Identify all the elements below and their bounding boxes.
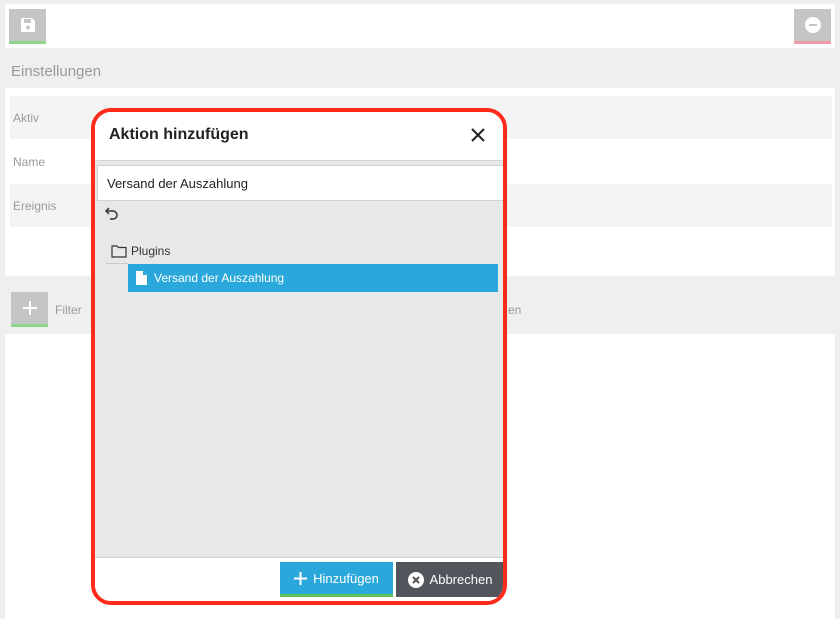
file-icon	[136, 271, 147, 285]
undo-icon[interactable]	[105, 206, 119, 220]
field-label-name: Name	[13, 155, 46, 169]
add-button[interactable]: Hinzufügen	[280, 562, 393, 597]
plus-icon	[22, 301, 37, 315]
tree-item-versand-der-auszahlung[interactable]: Versand der Auszahlung	[128, 264, 498, 292]
add-action-dialog: Aktion hinzufügen Plugins Versand der Au…	[91, 108, 507, 605]
cancel-button-label: Abbrechen	[429, 572, 493, 587]
section-title-settings: Einstellungen	[11, 63, 102, 80]
tree-connector	[106, 263, 128, 264]
dialog-header: Aktion hinzufügen	[95, 112, 503, 161]
dialog-title: Aktion hinzufügen	[109, 126, 249, 143]
tree-folder-label: Plugins	[131, 244, 171, 258]
minus-circle-icon	[804, 17, 821, 33]
field-label-ereignis: Ereignis	[13, 199, 57, 213]
tree-item-label: Versand der Auszahlung	[154, 271, 285, 285]
top-toolbar	[5, 4, 835, 48]
folder-icon	[111, 245, 127, 258]
add-filter-button[interactable]	[11, 292, 48, 327]
field-label-aktiv: Aktiv	[13, 111, 40, 125]
cancel-circle-icon	[407, 571, 424, 588]
floppy-disk-icon	[20, 18, 35, 32]
tree-folder-plugins[interactable]: Plugins	[111, 242, 170, 260]
cancel-button[interactable]: Abbrechen	[396, 562, 503, 597]
remove-button[interactable]	[794, 9, 831, 44]
plus-icon	[294, 571, 308, 585]
close-icon[interactable]	[469, 126, 487, 144]
search-input[interactable]	[97, 165, 503, 201]
filter-label: Filter	[55, 303, 82, 317]
add-button-label: Hinzufügen	[313, 570, 379, 586]
save-button[interactable]	[9, 9, 46, 44]
partial-label: en	[508, 303, 522, 317]
dialog-footer: Hinzufügen Abbrechen	[95, 557, 503, 601]
